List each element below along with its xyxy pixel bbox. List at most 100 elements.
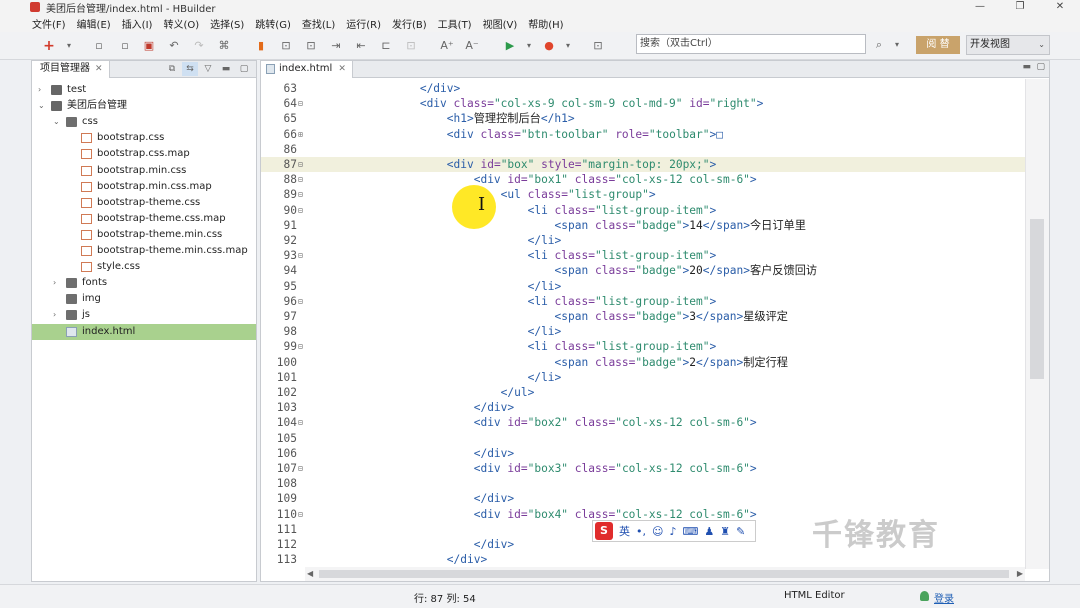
emoji-icon[interactable]: ☺ [652, 525, 663, 538]
tree-item[interactable]: › js [32, 307, 256, 323]
tree-item[interactable]: img [32, 291, 256, 307]
save-all-icon[interactable]: ▫ [118, 39, 132, 53]
tree-item[interactable]: index.html [32, 323, 256, 340]
undo-icon[interactable]: ↶ [167, 39, 181, 53]
tree-item[interactable]: style.css [32, 259, 256, 275]
close-icon[interactable]: ✕ [95, 64, 103, 74]
voice-icon[interactable]: ♪ [669, 525, 676, 538]
tree-item[interactable]: bootstrap-theme.css [32, 195, 256, 211]
run-icon[interactable]: ▶ [503, 39, 517, 53]
fold-toggle-icon[interactable]: ⊞ [298, 127, 303, 142]
fold-toggle-icon[interactable]: ⊟ [298, 415, 303, 430]
close-icon[interactable]: ✕ [338, 64, 346, 74]
input-method-bar[interactable]: S 英 •, ☺ ♪ ⌨ ♟ ♜ ✎ [592, 520, 756, 542]
horizontal-scroll-thumb[interactable] [319, 570, 1009, 578]
chevron-right-icon[interactable]: › [38, 82, 41, 98]
fold-toggle-icon[interactable]: ⊟ [298, 461, 303, 476]
menu-edit[interactable]: 编辑(E) [77, 16, 111, 31]
scroll-left-icon[interactable]: ◀ [307, 567, 313, 581]
vertical-scroll-thumb[interactable] [1030, 219, 1044, 379]
view-menu-icon[interactable]: ▽ [200, 62, 216, 76]
menu-view[interactable]: 视图(V) [483, 16, 518, 31]
vertical-scrollbar[interactable] [1025, 79, 1049, 569]
search-dropdown-icon[interactable]: ▾ [890, 38, 904, 52]
tree-item[interactable]: bootstrap-theme.css.map [32, 211, 256, 227]
chevron-down-icon[interactable]: ⌄ [38, 98, 45, 114]
keyboard-icon[interactable]: ⌨ [683, 525, 699, 538]
fold-toggle-icon[interactable]: ⊟ [298, 248, 303, 263]
preview-icon[interactable]: ⊡ [591, 39, 605, 53]
collapse-all-icon[interactable]: ⧉ [164, 62, 180, 76]
format-icon[interactable]: ⌘ [217, 39, 231, 53]
menu-publish[interactable]: 发行(B) [392, 16, 427, 31]
menu-run[interactable]: 运行(R) [346, 16, 381, 31]
scroll-right-icon[interactable]: ▶ [1017, 567, 1023, 581]
run-dropdown-icon[interactable]: ▾ [522, 39, 536, 53]
fold-toggle-icon[interactable]: ⊟ [298, 96, 303, 111]
minimize-icon[interactable]: ▬ [1022, 62, 1031, 72]
font-decrease-icon[interactable]: A⁻ [465, 39, 479, 53]
view-mode-select[interactable]: 开发视图 ⌄ [966, 35, 1050, 55]
tree-item[interactable]: bootstrap.min.css [32, 163, 256, 179]
chevron-down-icon[interactable]: ⌄ [53, 114, 60, 130]
browser-dropdown-icon[interactable]: ▾ [561, 39, 575, 53]
minimize-icon[interactable]: ▬ [218, 62, 234, 76]
editor-tab-index-html[interactable]: index.html ✕ [261, 61, 353, 78]
maximize-button[interactable]: ❐ [1000, 0, 1040, 14]
menu-goto[interactable]: 跳转(G) [255, 16, 291, 31]
tree-item[interactable]: › fonts [32, 275, 256, 291]
menu-file[interactable]: 文件(F) [32, 16, 66, 31]
chevron-right-icon[interactable]: › [53, 307, 56, 323]
tree-item[interactable]: bootstrap.min.css.map [32, 179, 256, 195]
close-file-icon[interactable]: ▣ [142, 39, 156, 53]
fold-toggle-icon[interactable]: ⊟ [298, 507, 303, 522]
login-button[interactable]: 阅 替 [916, 36, 960, 54]
tree-item[interactable]: bootstrap.css.map [32, 146, 256, 162]
save-icon[interactable]: ▫ [92, 39, 106, 53]
search-icon[interactable]: ⌕ [872, 38, 886, 52]
new-dropdown-icon[interactable]: ▾ [62, 39, 76, 53]
outline-icon[interactable]: ⊡ [279, 39, 293, 53]
tools-icon[interactable]: ✎ [736, 525, 745, 538]
menu-select[interactable]: 选择(S) [210, 16, 244, 31]
menu-help[interactable]: 帮助(H) [528, 16, 563, 31]
project-manager-tab[interactable]: 项目管理器 ✕ [32, 61, 110, 78]
comment-icon[interactable]: ⊡ [404, 39, 418, 53]
new-file-icon[interactable]: + [42, 39, 56, 53]
menu-escape[interactable]: 转义(O) [163, 16, 199, 31]
user-icon[interactable]: ♟ [704, 525, 714, 538]
menu-tools[interactable]: 工具(T) [438, 16, 472, 31]
chevron-right-icon[interactable]: › [53, 275, 56, 291]
menu-insert[interactable]: 插入(I) [122, 16, 153, 31]
browser-icon[interactable]: ● [542, 39, 556, 53]
font-increase-icon[interactable]: A⁺ [440, 39, 454, 53]
fold-toggle-icon[interactable]: ⊟ [298, 172, 303, 187]
minimize-button[interactable]: — [960, 0, 1000, 14]
fold-toggle-icon[interactable]: ⊟ [298, 339, 303, 354]
tree-item[interactable]: › test [32, 82, 256, 98]
indent-icon[interactable]: ⇤ [354, 39, 368, 53]
fold-toggle-icon[interactable]: ⊟ [298, 294, 303, 309]
skin-icon[interactable]: ♜ [720, 525, 730, 538]
close-button[interactable]: ✕ [1040, 0, 1080, 14]
wrap-icon[interactable]: ⊏ [379, 39, 393, 53]
maximize-icon[interactable]: ▢ [1036, 62, 1045, 72]
horizontal-scrollbar[interactable]: ◀ ▶ [305, 567, 1025, 581]
tree-item[interactable]: ⌄ css [32, 114, 256, 130]
code-area[interactable]: 63 </div> 64 ⊟ <div class="col-xs-9 col-sm… [261, 79, 1026, 569]
tree-item[interactable]: bootstrap-theme.min.css.map [32, 243, 256, 259]
punctuation-icon[interactable]: •, [636, 525, 646, 538]
jump-icon[interactable]: ⊡ [304, 39, 318, 53]
redo-icon[interactable]: ↷ [192, 39, 206, 53]
tree-item[interactable]: ⌄ 美团后台管理 [32, 98, 256, 114]
bookmark-icon[interactable]: ▮ [254, 39, 268, 53]
fold-toggle-icon[interactable]: ⊟ [298, 187, 303, 202]
tree-item[interactable]: bootstrap.css [32, 130, 256, 146]
login-link[interactable]: 登录 [934, 590, 954, 605]
fold-toggle-icon[interactable]: ⊟ [298, 203, 303, 218]
search-input[interactable]: 搜索（双击Ctrl） [636, 34, 866, 54]
fold-icon[interactable]: ⇥ [329, 39, 343, 53]
fold-toggle-icon[interactable]: ⊟ [298, 157, 303, 172]
tree-item[interactable]: bootstrap-theme.min.css [32, 227, 256, 243]
ime-mode[interactable]: 英 [619, 523, 630, 539]
